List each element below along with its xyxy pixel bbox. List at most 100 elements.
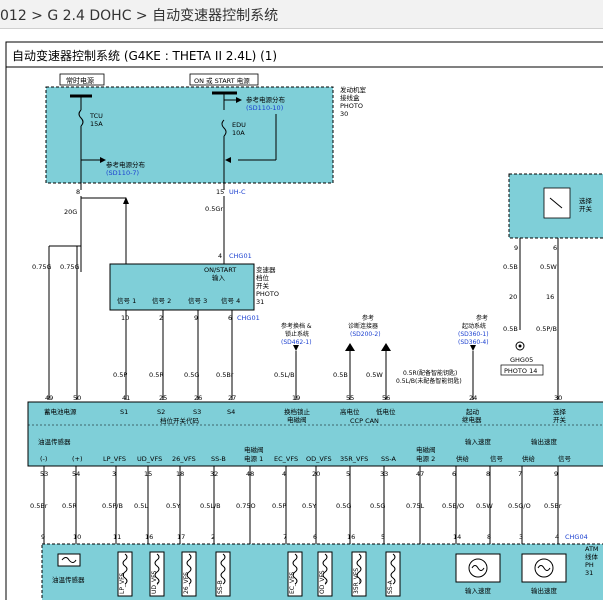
tcm-bottom-pin: 4 [282,470,286,478]
tcm-vfs-26: 26_VFS [172,455,196,463]
select-pin-d: 16 [546,293,554,301]
atm-pin: 4 [555,533,559,541]
select-pin-b: 6 [553,244,557,252]
chg01-top-conn: CHG01 [229,252,252,260]
ref-lock-code: (SD462-1) [281,339,312,346]
diagram-title: 自动变速器控制系统 (G4KE : THETA II 2.4L) (1) [12,48,277,63]
ref-start-arrow [470,345,476,351]
ref-ccp-text-1: 参考 [362,314,374,322]
tcu-fuse-amp: 15A [90,120,103,128]
tcm-battery-label: 蓄电池电源 [44,407,77,416]
tcm-bottom-wires: 530.5Br540.5R30.5P/B150.5L180.5Y320.5L/B… [30,466,562,544]
ref-right-text: 参考电源分布 [246,95,286,104]
tcm-select-2: 开关 [553,415,567,424]
select-wire-c-color: 0.5B [503,325,518,333]
tcm-bottom-pin: 15 [144,470,152,478]
signal-2-color: 0.5R [149,371,164,379]
tcm-oil-temp: 油温传感器 [38,437,71,446]
tcm-bottom-pin: 53 [40,470,48,478]
ref-start-text-2: 起动系统 [462,322,486,330]
atm-oil-sensor: 油温传感器 [52,575,85,584]
fuse-box-photo: PHOTO [340,102,363,110]
atm-label-1: ATM [585,545,599,553]
tcm-lock-1: 换档锁止 [284,407,311,416]
on-start-power-label: ON 或 START 电源 [194,76,250,85]
tcm-bottom-pin: 7 [518,470,522,478]
tcm-vfs-ssb: SS-B [211,455,226,463]
start-wire-color-2: 0.5L/B(未配备智能钥匙) [396,377,462,385]
ground-photo: PHOTO 14 [504,367,537,375]
tcm-high: 高电位 [340,407,360,416]
tcm-gear-code: 档位开关代码 [160,416,200,425]
tcm-low: 低电位 [376,407,396,416]
solenoid-label: 35R_VFS [353,568,360,594]
bottom-wire-color: 0.5B/O [442,502,464,510]
tcm-output-signal: 信号 [558,454,572,463]
tcm-bottom-pin: 33 [380,470,388,478]
tcm-bottom-pin: 8 [486,470,490,478]
atm-pin: 3 [519,533,523,541]
tcm-sol-power-2: 电源 1 [244,454,263,463]
inhibitor-signal-3: 信号 3 [188,296,207,305]
tcm-sol-power2-2: 电源 2 [416,454,435,463]
wire-05gr-label: 0.5Gr [205,205,223,213]
bottom-wire-color: 0.5Y [302,502,316,510]
tcm-input-signal: 信号 [490,454,504,463]
bottom-wire-color: 0.75O [236,502,256,510]
tcm-top-pin: 19 [292,394,300,402]
atm-pin: 7 [283,533,287,541]
edu-fuse-name: EDU [232,121,246,129]
start-wire-color-1: 0.5R(配备智能钥匙) [403,369,457,377]
solenoid-label: EC_VFS [289,572,296,594]
left-wire-1-label: 0.75G [32,263,52,271]
solenoid-label: LP_VFS [119,573,126,594]
tcm-vfs-ud: UD_VFS [137,455,162,463]
bottom-wire-color: 0.5P/B [102,502,123,510]
atm-pin: 10 [73,533,81,541]
select-switch-name-2: 开关 [579,204,593,213]
bottom-wire-color: 0.5W [476,502,493,510]
tcm-top-pin: 25 [159,394,167,402]
inhibitor-signal-4: 信号 4 [221,296,240,305]
ref-lock-text-2: 锁止系统 [285,330,309,338]
ccp-high-color: 0.5B [333,371,348,379]
fuse-box-name-2: 接线盒 [340,93,360,102]
tcm-start-2: 继电器 [462,415,482,424]
tcm-vfs-od: OD_VFS [306,455,332,463]
fuse-box-photo-num: 30 [340,110,348,118]
fuse-box [45,86,334,184]
select-wire-d-color: 0.5P/B [536,325,557,333]
lock-wire-color: 0.5L/B [274,371,295,379]
ref-lock-text-1: 参考换档 & [281,322,312,330]
tcm-sol-power-1: 电磁阀 [244,445,264,454]
wire-20g-label: 20G [64,208,77,216]
bottom-wire-color: 0.5Br [544,502,562,510]
tcm-bottom-pin: 54 [72,470,80,478]
ref-left-text: 参考电源分布 [106,160,146,169]
tcm-vfs-lp: LP_VFS [103,455,126,463]
tcm-select-1: 选择 [553,407,567,416]
tcm-s4: S4 [227,408,235,416]
left-wire-2-label: 0.75G [60,263,80,271]
tcm-plus: (+) [72,455,83,463]
tcm-ccp: CCP CAN [350,417,379,425]
ref-start-text-1: 参考 [476,314,488,322]
tcm-bottom-pin: 5 [346,470,350,478]
tcm-minus: (-) [40,455,47,463]
atm-pin: 5 [381,533,385,541]
constant-power-label: 常时电源 [66,76,94,85]
signal-1-color: 0.5P [113,371,127,379]
tcm-output-speed: 输出速度 [531,437,558,446]
tcm-top-pin: 56 [382,394,390,402]
tcm-top-pin: 50 [73,394,81,402]
select-switch-name-1: 选择 [579,196,593,205]
tcm-bottom-pin: 9 [554,470,558,478]
atm-output-speed: 输出速度 [531,586,558,595]
bottom-wire-color: 0.5Br [30,502,48,510]
select-pin-a: 9 [514,244,518,252]
tcm-vfs-ec: EC_VFS [274,455,298,463]
solenoid-label: SS-A [387,579,394,594]
ref-start-code-2: (SD360-4) [458,339,489,346]
tcm-s1: S1 [120,408,128,416]
tcm-bottom-pin: 48 [246,470,254,478]
